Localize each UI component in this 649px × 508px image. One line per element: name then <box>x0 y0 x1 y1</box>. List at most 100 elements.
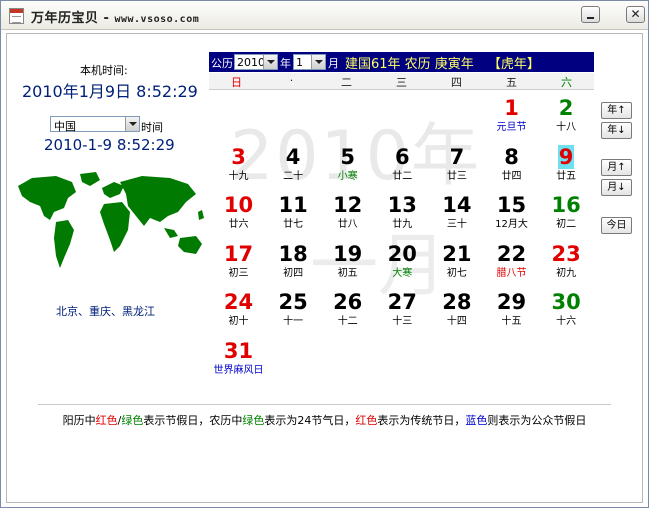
day-cell[interactable]: 18 初四 <box>266 242 321 290</box>
lunar-day: 初二 <box>556 219 577 230</box>
calendar-toolbar: 公历 2010 年 1 月 建国61年 农历 庚寅年 【虎年】 <box>209 52 594 72</box>
year-select[interactable]: 2010 <box>234 54 278 70</box>
lunar-day: 世界麻风日 <box>213 364 264 376</box>
window-title: 万年历宝贝 - www.vsoso.com <box>31 7 199 26</box>
month-up-button[interactable]: 月↑ <box>601 159 632 176</box>
day-cell[interactable]: 2 十八 <box>539 96 594 144</box>
day-number: 10 <box>223 193 254 217</box>
lunar-day: 十四 <box>446 316 467 327</box>
day-cell[interactable]: 3 十九 <box>211 145 266 193</box>
day-cell[interactable]: 15 12月大 <box>484 193 539 241</box>
day-cell[interactable]: 22 腊八节 <box>484 242 539 290</box>
day-cell[interactable]: 6 廿二 <box>375 145 430 193</box>
title-separator: - <box>98 11 115 26</box>
lunar-day: 十九 <box>228 170 249 182</box>
app-name: 万年历宝贝 <box>31 11 99 26</box>
day-cell[interactable]: 4 二十 <box>266 145 321 193</box>
day-cell[interactable]: 12 廿八 <box>320 193 375 241</box>
chevron-down-icon[interactable] <box>125 117 139 131</box>
lunar-day: 十八 <box>556 122 577 133</box>
weekday-header: 日 · 二 三 四 五 六 <box>209 73 594 90</box>
lunar-day: 12月大 <box>495 219 528 230</box>
local-time-label: 本机时间: <box>80 64 128 77</box>
day-cell[interactable]: 11 廿七 <box>266 193 321 241</box>
day-cell[interactable]: 21 初七 <box>429 242 484 290</box>
day-number: 19 <box>333 241 363 266</box>
day-cell[interactable]: 10 廿六 <box>211 193 266 241</box>
day-cell[interactable]: 14 三十 <box>429 193 484 241</box>
day-number: 30 <box>551 290 581 314</box>
year-down-button[interactable]: 年↓ <box>601 122 632 139</box>
day-number: 16 <box>551 193 581 217</box>
weekday-label: 日 <box>231 76 242 89</box>
day-number: 28 <box>442 290 472 314</box>
legend-text: 表示节假日，农历中 <box>143 414 243 427</box>
day-cell[interactable]: 27 十三 <box>375 290 430 338</box>
close-icon: ✕ <box>630 7 641 21</box>
day-cell[interactable]: 16 初二 <box>539 193 594 241</box>
day-cell[interactable]: 28 十四 <box>429 290 484 338</box>
day-number: 27 <box>387 290 417 314</box>
country-time-value: 2010-1-9 8:52:29 <box>44 136 175 154</box>
lunar-day: 小寒 <box>337 170 358 182</box>
day-cell[interactable]: 24 初十 <box>211 290 266 338</box>
day-cell[interactable]: 29 十五 <box>484 290 539 338</box>
weekday-label: 四 <box>451 76 462 89</box>
day-cell[interactable]: 20 大寒 <box>375 242 430 290</box>
day-number: 2 <box>558 96 574 120</box>
day-number: 15 <box>496 193 527 217</box>
day-cell[interactable]: 26 十二 <box>320 290 375 338</box>
day-cell[interactable]: 25 十一 <box>266 290 321 338</box>
month-value: 1 <box>296 56 303 69</box>
month-down-button[interactable]: 月↓ <box>601 179 632 196</box>
day-number: 26 <box>333 290 363 314</box>
lunar-day: 二十 <box>283 170 304 182</box>
close-button[interactable]: ✕ <box>626 6 645 23</box>
day-number: 31 <box>223 338 254 363</box>
world-map-icon[interactable] <box>10 172 208 272</box>
day-cell[interactable]: 23 初九 <box>539 242 594 290</box>
day-cell[interactable]: 13 廿九 <box>375 193 430 241</box>
lunar-day: 十一 <box>283 316 304 327</box>
lunar-day: 廿九 <box>392 219 413 230</box>
legend-text: 阳历中 <box>62 414 96 427</box>
day-cell[interactable]: 19 初五 <box>320 242 375 290</box>
day-number: 9 <box>557 144 575 169</box>
weekday-label: 二 <box>341 76 352 89</box>
legend-text: 则表示为公众节假日 <box>487 414 587 427</box>
today-button[interactable]: 今日 <box>601 217 632 234</box>
country-time-suffix: 时间 <box>141 121 163 134</box>
day-cell[interactable]: 7 廿三 <box>429 145 484 193</box>
day-cell[interactable]: 1 元旦节 <box>484 96 539 144</box>
lunar-day: 初十 <box>228 316 249 327</box>
month-suffix: 月 <box>328 57 339 70</box>
day-cell[interactable]: 9 廿五 <box>539 144 594 193</box>
minimize-button[interactable] <box>581 6 600 23</box>
lunar-info: 建国61年 农历 庚寅年 【虎年】 <box>345 53 540 72</box>
year-up-button[interactable]: 年↑ <box>601 102 632 119</box>
day-cell[interactable]: 8 廿四 <box>484 145 539 193</box>
chevron-down-icon[interactable] <box>311 55 325 69</box>
day-number: 25 <box>278 290 308 314</box>
day-number: 5 <box>340 144 355 169</box>
color-legend: 阳历中红色/绿色表示节假日，农历中绿色表示为24节气日，红色表示为传统节日，蓝色… <box>0 412 649 428</box>
month-select[interactable]: 1 <box>293 54 326 70</box>
day-cell[interactable]: 17 初三 <box>211 242 266 290</box>
chevron-down-icon[interactable] <box>263 55 277 69</box>
day-number: 7 <box>449 144 465 169</box>
weekday-label: 六 <box>561 76 572 89</box>
day-number: 3 <box>231 144 246 169</box>
lunar-day: 初九 <box>556 267 577 279</box>
lunar-day: 廿五 <box>556 170 577 182</box>
day-cell[interactable]: 30 十六 <box>539 290 594 338</box>
zodiac-year: 【虎年】 <box>487 57 540 72</box>
title-bar[interactable]: 万年历宝贝 - www.vsoso.com ✕ <box>1 1 648 30</box>
country-select[interactable]: 中国 <box>50 116 140 133</box>
lunar-day: 十六 <box>556 316 577 327</box>
weekday-label: 三 <box>396 76 407 89</box>
day-cell[interactable]: 31 世界麻风日 <box>211 339 266 387</box>
day-cell[interactable]: 5 小寒 <box>320 145 375 193</box>
legend-text: 表示为24节气日， <box>264 414 356 427</box>
day-number: 18 <box>278 241 308 266</box>
year-value: 2010 <box>237 56 265 69</box>
